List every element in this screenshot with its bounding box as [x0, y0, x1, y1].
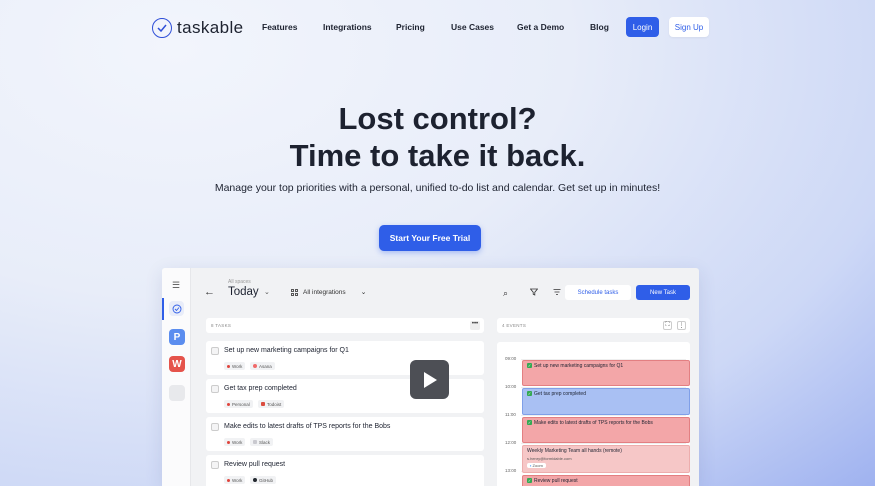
space-label: All spaces	[228, 279, 251, 285]
view-title[interactable]: Today	[228, 286, 259, 298]
filter-icon[interactable]	[529, 288, 539, 298]
task-item[interactable]: Review pull request Work GitHub	[206, 455, 484, 486]
check-icon: ✓	[527, 363, 532, 369]
start-free-trial-button[interactable]: Start Your Free Trial	[379, 225, 481, 251]
check-icon: ✓	[527, 478, 532, 484]
event-title: Review pull request	[534, 478, 578, 484]
integrations-label: All integrations	[303, 288, 346, 296]
video-icon: ▪	[530, 463, 532, 468]
space-tag: Work	[224, 362, 246, 370]
expand-icon[interactable]: ⛶	[663, 321, 672, 330]
app-preview: ☰ P W ← All spaces Today ⌄ All integrati…	[162, 268, 699, 486]
nav-link-pricing[interactable]: Pricing	[396, 22, 425, 32]
task-title: Get tax prep completed	[224, 385, 297, 392]
source-tag: Todoist	[258, 400, 285, 408]
calendar-event[interactable]: Weekly Marketing Team all hands (remote)…	[522, 445, 690, 473]
space-p[interactable]: P	[169, 329, 185, 345]
task-title: Review pull request	[224, 461, 286, 468]
nav-link-get-a-demo[interactable]: Get a Demo	[517, 22, 564, 32]
event-title: Make edits to latest drafts of TPS repor…	[534, 420, 653, 426]
schedule-tasks-button[interactable]: Schedule tasks	[565, 285, 631, 300]
event-title: Weekly Marketing Team all hands (remote)	[527, 448, 622, 454]
task-checkbox[interactable]	[211, 347, 219, 355]
chevron-down-icon[interactable]: ⌄	[264, 288, 270, 296]
tasks-header: 8 TASKS •••	[206, 318, 484, 333]
active-indicator	[162, 298, 164, 320]
sort-icon[interactable]	[553, 288, 561, 298]
space-tag: Work	[224, 438, 246, 446]
logo-text: taskable	[177, 18, 244, 37]
nav-link-blog[interactable]: Blog	[590, 22, 609, 32]
hour-label: 10:00	[505, 384, 517, 389]
hero-subtitle: Manage your top priorities with a person…	[214, 182, 661, 194]
nav-link-use-cases[interactable]: Use Cases	[451, 22, 494, 32]
source-tag: GitHub	[250, 476, 277, 484]
task-title: Make edits to latest drafts of TPS repor…	[224, 423, 391, 430]
task-item[interactable]: Make edits to latest drafts of TPS repor…	[206, 417, 484, 451]
back-arrow-icon[interactable]: ←	[204, 286, 215, 298]
tasks-count: 8 TASKS	[211, 323, 232, 328]
hour-label: 13:00	[505, 468, 517, 473]
hero-title-line-2: Time to take it back.	[289, 138, 586, 173]
nav-link-integrations[interactable]: Integrations	[323, 22, 372, 32]
play-icon	[423, 371, 437, 388]
landing-page: taskable Features Integrations Pricing U…	[0, 0, 875, 486]
rail-check-icon[interactable]	[169, 301, 184, 316]
menu-icon[interactable]: ☰	[172, 280, 180, 291]
login-button[interactable]: Login	[626, 17, 659, 37]
space-tag: Work	[224, 476, 246, 484]
zoom-tag: ▪ Zoom	[527, 463, 546, 468]
task-checkbox[interactable]	[211, 461, 219, 469]
event-title: Set up new marketing campaigns for Q1	[534, 363, 624, 369]
check-circle-icon	[152, 18, 172, 38]
event-title: Get tax prep completed	[534, 391, 586, 397]
play-video-button[interactable]	[410, 360, 449, 399]
new-task-button[interactable]: New Task	[636, 285, 690, 300]
task-checkbox[interactable]	[211, 385, 219, 393]
calendar-panel: 09:00 10:00 11:00 12:00 13:00 ✓ Set up ne…	[497, 342, 690, 486]
events-header: 4 EVENTS ⛶ ⋮	[497, 318, 690, 333]
hour-label: 09:00	[505, 356, 517, 361]
check-icon: ✓	[527, 391, 532, 397]
calendar-event[interactable]: ✓ Set up new marketing campaigns for Q1	[522, 360, 690, 386]
source-tag: Slack	[250, 438, 274, 446]
event-organizer: s.henry@formidable.com	[527, 456, 572, 461]
events-count: 4 EVENTS	[502, 323, 527, 328]
check-icon: ✓	[527, 420, 532, 426]
hero-title-line-1: Lost control?	[338, 101, 537, 136]
chevron-down-icon: ⌄	[360, 289, 367, 296]
calendar-event[interactable]: ✓ Review pull request	[522, 475, 690, 486]
signup-button[interactable]: Sign Up	[669, 17, 709, 37]
task-checkbox[interactable]	[211, 423, 219, 431]
top-nav: taskable Features Integrations Pricing U…	[0, 16, 875, 40]
hour-label: 12:00	[505, 440, 517, 445]
task-title: Set up new marketing campaigns for Q1	[224, 347, 349, 354]
grid-icon	[291, 288, 298, 296]
more-vertical-icon[interactable]: ⋮	[677, 321, 686, 330]
hour-label: 11:00	[505, 412, 516, 417]
nav-link-features[interactable]: Features	[262, 22, 297, 32]
calendar-event[interactable]: ✓ Get tax prep completed	[522, 388, 690, 415]
integrations-filter[interactable]: All integrations ⌄	[291, 288, 367, 296]
search-icon[interactable]: ⌕	[503, 288, 508, 299]
space-w[interactable]: W	[169, 356, 185, 372]
hour-line	[521, 443, 686, 444]
add-space[interactable]	[169, 385, 185, 401]
hour-line	[521, 415, 686, 416]
more-icon[interactable]: •••	[470, 321, 480, 330]
space-tag: Personal	[224, 400, 253, 408]
logo[interactable]: taskable	[152, 18, 244, 38]
source-tag: Asana	[250, 362, 275, 370]
space-rail: ☰ P W	[162, 268, 191, 486]
calendar-event[interactable]: ✓ Make edits to latest drafts of TPS repo…	[522, 417, 690, 443]
